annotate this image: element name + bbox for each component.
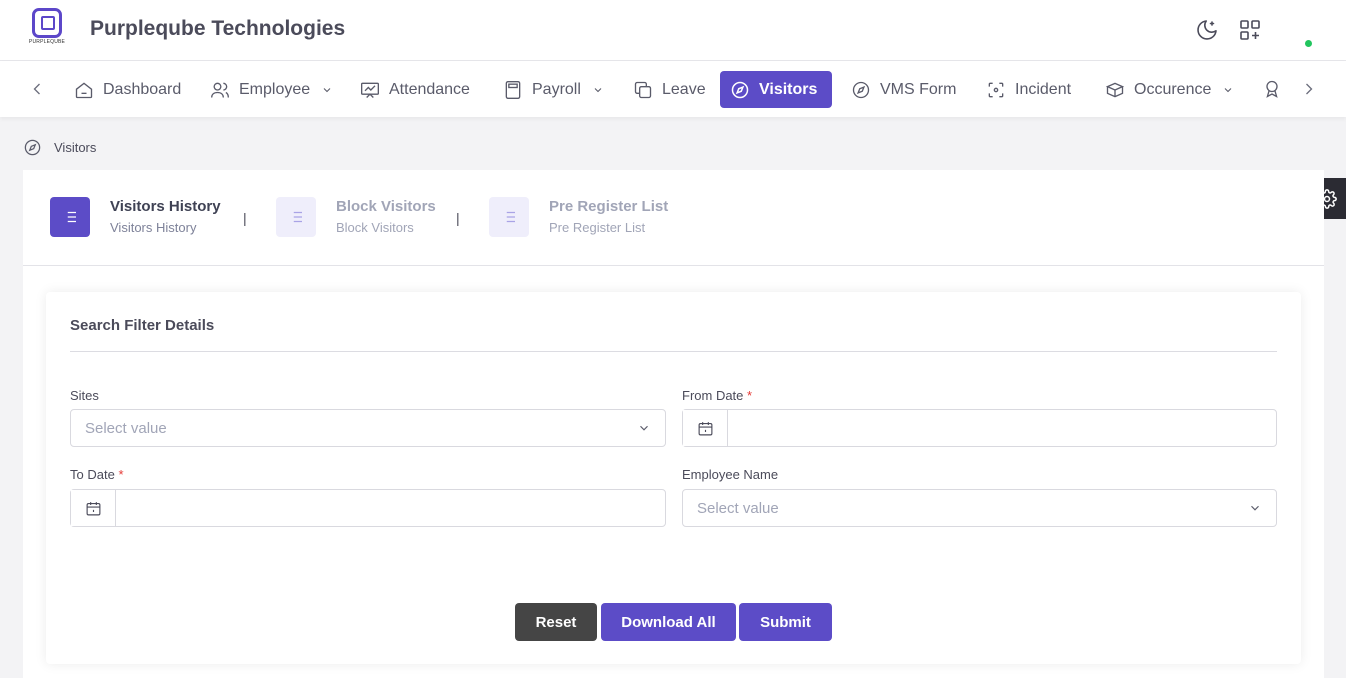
sites-placeholder: Select value	[85, 419, 167, 437]
nav-label-occurence: Occurence	[1134, 80, 1212, 98]
calendar-icon[interactable]	[683, 410, 728, 446]
main-nav: Dashboard Employee Attendance Payroll Le…	[0, 61, 1346, 117]
chevron-down-icon	[1224, 87, 1232, 92]
tab-subtitle: Block Visitors	[336, 219, 414, 235]
boxes-icon	[1105, 82, 1125, 97]
nav-item-payroll[interactable]: Payroll	[493, 71, 614, 108]
focus-icon	[988, 82, 1004, 97]
nav-item-attendance[interactable]: Attendance	[350, 71, 480, 108]
compass-icon	[24, 139, 41, 156]
breadcrumb: Visitors	[23, 138, 96, 157]
tab-pre-register-list[interactable]: Pre Register List Pre Register List	[489, 197, 668, 237]
presentation-chart-icon	[361, 82, 379, 98]
download-all-button[interactable]: Download All	[601, 603, 736, 641]
employee-name-label: Employee Name	[682, 467, 779, 482]
from-date-input[interactable]	[728, 410, 1276, 446]
chevron-down-icon	[594, 87, 602, 92]
nav-item-incident[interactable]: Incident	[976, 71, 1081, 108]
reset-button[interactable]: Reset	[515, 603, 597, 641]
award-icon[interactable]	[1262, 79, 1282, 99]
tab-block-visitors[interactable]: Block Visitors Block Visitors	[276, 197, 436, 237]
to-date-field[interactable]	[70, 489, 666, 527]
to-date-label: To Date *	[70, 467, 124, 482]
visitors-tabs: Visitors History Visitors History | Bloc…	[23, 170, 1324, 266]
to-date-input[interactable]	[116, 490, 665, 526]
nav-scroll-left-icon[interactable]	[27, 79, 47, 99]
chevron-down-icon	[640, 425, 648, 431]
list-icon	[50, 197, 90, 237]
nav-label-leave: Leave	[662, 80, 706, 98]
tab-separator: |	[456, 210, 460, 226]
tab-subtitle: Visitors History	[110, 219, 197, 235]
company-name: Purpleqube Technologies	[90, 17, 346, 40]
compass-icon	[852, 81, 870, 98]
tab-title: Block Visitors	[336, 197, 436, 215]
calculator-icon	[505, 80, 521, 99]
company-logo[interactable]: PURPLEQUBE	[27, 8, 67, 48]
chevron-down-icon	[1251, 505, 1259, 511]
moon-icon[interactable]	[1195, 18, 1219, 42]
sites-select[interactable]: Select value	[70, 409, 666, 447]
tab-subtitle: Pre Register List	[549, 219, 646, 235]
nav-item-visitors[interactable]: Visitors	[720, 71, 832, 108]
from-date-label: From Date *	[682, 388, 753, 403]
required-mark: *	[747, 388, 753, 403]
nav-item-vms-form[interactable]: VMS Form	[841, 71, 966, 108]
nav-label-vms-form: VMS Form	[880, 80, 957, 98]
nav-label-dashboard: Dashboard	[103, 80, 182, 98]
calendar-icon[interactable]	[71, 490, 116, 526]
sites-label: Sites	[70, 388, 99, 403]
logo-text: PURPLEQUBE	[28, 39, 66, 45]
apps-add-icon[interactable]	[1238, 18, 1262, 42]
tab-visitors-history[interactable]: Visitors History Visitors History	[50, 197, 221, 237]
nav-label-incident: Incident	[1015, 80, 1072, 98]
tab-title: Pre Register List	[549, 197, 669, 215]
filter-title: Search Filter Details	[70, 317, 215, 334]
online-status-dot	[1305, 40, 1312, 47]
employee-name-placeholder: Select value	[697, 499, 779, 517]
nav-item-employee[interactable]: Employee	[200, 71, 343, 108]
nav-item-occurence[interactable]: Occurence	[1095, 71, 1244, 108]
list-icon	[489, 197, 529, 237]
tab-separator: |	[243, 210, 247, 226]
nav-item-dashboard[interactable]: Dashboard	[64, 71, 191, 108]
search-filter-panel: Search Filter Details Sites Select value…	[46, 292, 1301, 664]
breadcrumb-label: Visitors	[54, 140, 97, 155]
nav-label-visitors: Visitors	[759, 80, 818, 98]
nav-scroll-right-icon[interactable]	[1299, 79, 1319, 99]
tab-title: Visitors History	[110, 197, 221, 215]
nav-label-employee: Employee	[239, 80, 311, 98]
compass-icon	[731, 81, 749, 98]
required-mark: *	[118, 467, 124, 482]
list-icon	[276, 197, 316, 237]
visitors-card: Visitors History Visitors History | Bloc…	[23, 170, 1324, 678]
divider	[70, 351, 1277, 352]
submit-button[interactable]: Submit	[739, 603, 832, 641]
nav-label-attendance: Attendance	[389, 80, 470, 98]
copy-icon	[634, 81, 652, 98]
from-date-field[interactable]	[682, 409, 1277, 447]
users-icon	[211, 82, 229, 98]
nav-label-payroll: Payroll	[532, 80, 581, 98]
app-header: PURPLEQUBE Purpleqube Technologies	[0, 0, 1346, 61]
nav-item-leave[interactable]: Leave	[623, 71, 716, 108]
chevron-down-icon	[323, 87, 331, 92]
employee-name-select[interactable]: Select value	[682, 489, 1277, 527]
home-icon	[75, 81, 93, 98]
